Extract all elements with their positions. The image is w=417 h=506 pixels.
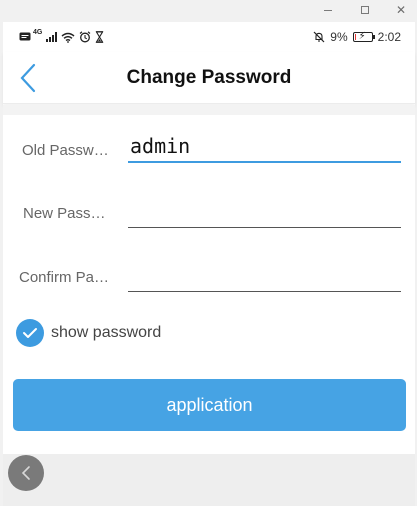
battery-icon: ⚡ [352,31,375,42]
status-left: 4G [19,28,104,43]
old-password-input[interactable] [128,131,401,163]
mute-icon [313,31,325,43]
new-password-label: New Password [23,205,115,222]
alarm-icon [79,31,91,43]
confirm-password-row: Confirm Password [3,253,415,303]
signal-icon [46,32,58,42]
battery-level-fill [354,34,356,40]
header-divider [3,105,415,115]
wifi-icon [61,32,75,43]
charging-icon: ⚡ [358,31,366,42]
message-icon [19,32,31,41]
status-bar: 4G 9% ⚡ 2:02 [3,22,415,52]
new-password-input[interactable] [128,196,401,228]
confirm-password-label: Confirm Password [19,269,111,286]
window-chrome: ✕ [0,0,417,20]
show-password-label: show password [51,324,162,341]
close-icon[interactable]: ✕ [393,2,409,18]
maximize-icon[interactable] [357,2,373,18]
application-button[interactable]: application [13,379,406,431]
page-title: Change Password [126,67,292,88]
hourglass-icon [95,31,104,43]
show-password-checkbox[interactable]: show password [16,318,161,348]
status-right: 9% ⚡ 2:02 [313,30,401,44]
bottom-area [3,454,415,506]
navigation-bar: Change Password [3,52,415,104]
floating-back-button[interactable] [8,455,44,491]
old-password-label: Old Password [22,142,114,159]
status-time: 2:02 [377,30,401,44]
chevron-left-icon [21,466,30,480]
battery-percent: 9% [330,30,348,44]
network-type-label: 4G [33,28,43,36]
phone-screen: 4G 9% ⚡ 2:02 Change Password Old Passwor… [3,22,415,506]
checkmark-icon [16,319,44,347]
confirm-password-input[interactable] [128,260,401,292]
old-password-row: Old Password [3,125,415,175]
minimize-icon[interactable] [320,2,336,18]
new-password-row: New Password [3,189,415,239]
